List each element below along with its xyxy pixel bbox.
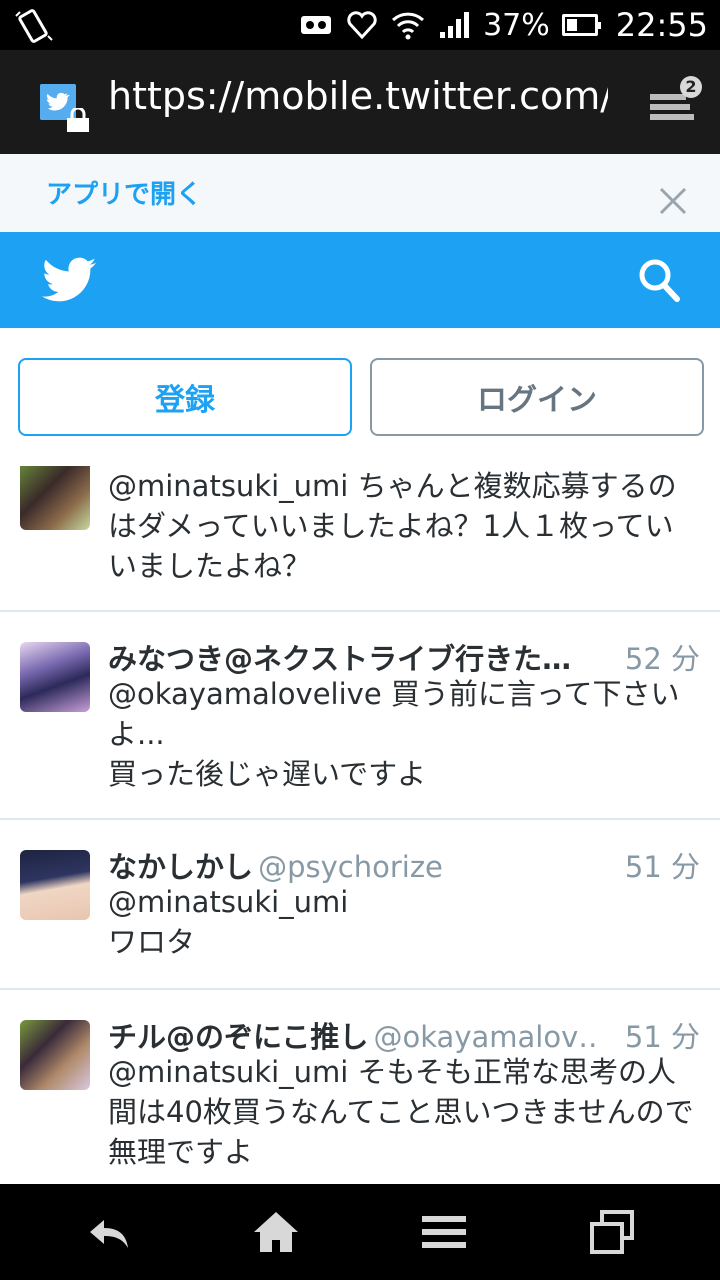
status-bar: 37% 22:55 bbox=[0, 0, 720, 50]
battery-icon bbox=[561, 14, 601, 36]
open-app-banner: アプリで開く bbox=[0, 154, 720, 232]
tweet-text: @minatsuki_umi ちゃんと複数応募するのはダメっていいましたよね？1… bbox=[108, 469, 677, 583]
url-text[interactable]: https://mobile.twitter.com/min bbox=[108, 74, 608, 118]
tweet-author-handle[interactable]: @psychorize bbox=[258, 850, 443, 884]
twitter-header bbox=[0, 232, 720, 328]
twitter-bird-icon[interactable] bbox=[42, 256, 96, 304]
recent-apps-icon[interactable] bbox=[588, 1208, 636, 1256]
tweet-time[interactable]: 51 分 bbox=[625, 844, 700, 886]
wifi-icon bbox=[391, 8, 425, 42]
home-icon[interactable] bbox=[252, 1208, 300, 1256]
tweet-author-name[interactable]: みなつき@ネクストライブ行きた… bbox=[108, 642, 571, 676]
signal-icon bbox=[437, 8, 471, 42]
open-app-link[interactable]: アプリで開く bbox=[46, 174, 202, 211]
tweet-author-handle[interactable]: @okayamalov… bbox=[374, 1020, 600, 1054]
tweet-time[interactable]: 52 分 bbox=[625, 636, 700, 678]
vr-icon bbox=[299, 8, 333, 42]
tweet-feed[interactable]: @minatsuki_umi ちゃんと複数応募するのはダメっていいましたよね？1… bbox=[0, 466, 720, 1184]
avatar[interactable] bbox=[20, 1020, 90, 1090]
rotate-icon bbox=[15, 9, 53, 43]
battery-percent: 37% bbox=[483, 7, 550, 43]
lock-icon bbox=[67, 108, 89, 132]
menu-icon[interactable] bbox=[420, 1208, 468, 1256]
tweet-text-line: @okayamalovelive 買う前に言って下さいよ... bbox=[108, 677, 680, 751]
avatar[interactable] bbox=[20, 642, 90, 712]
signup-button[interactable]: 登録 bbox=[18, 358, 352, 436]
tweet-author-name[interactable]: なかしかし bbox=[108, 850, 253, 884]
heart-icon bbox=[345, 8, 379, 42]
tweet-text: @minatsuki_umi ワロタ bbox=[108, 882, 700, 962]
avatar[interactable] bbox=[20, 850, 90, 920]
tweet-author-name[interactable]: チル@のぞにこ推し bbox=[108, 1020, 368, 1054]
tweet-time[interactable]: 51 分 bbox=[625, 1014, 700, 1056]
tweet-text: @minatsuki_umi そもそも正常な思考の人間は40枚買うなんてこと思い… bbox=[108, 1055, 694, 1169]
clock: 22:55 bbox=[615, 6, 708, 44]
tweet-item[interactable]: なかしかし @psychorize 51 分 @minatsuki_umi ワロ… bbox=[0, 820, 720, 990]
tweet-text-line: @minatsuki_umi bbox=[108, 885, 349, 919]
close-icon[interactable] bbox=[656, 184, 690, 218]
tweet-text-line: 買った後じゃ遅いですよ bbox=[108, 757, 427, 791]
tweet-header: みなつき@ネクストライブ行きた… bbox=[108, 636, 600, 676]
tab-count-badge: 2 bbox=[680, 76, 702, 98]
tweet-text: @okayamalovelive 買う前に言って下さいよ... 買った後じゃ遅い… bbox=[108, 674, 700, 794]
system-nav-bar bbox=[0, 1184, 720, 1280]
tweet-header: チル@のぞにこ推し @okayamalov… bbox=[108, 1014, 600, 1054]
tweet-text-line: ワロタ bbox=[108, 925, 196, 959]
back-icon[interactable] bbox=[84, 1208, 132, 1256]
tweet-item[interactable]: チル@のぞにこ推し @okayamalov… 51 分 @minatsuki_u… bbox=[0, 990, 720, 1184]
browser-url-bar[interactable]: https://mobile.twitter.com/min 2 bbox=[0, 50, 720, 154]
tweet-item[interactable]: みなつき@ネクストライブ行きた… 52 分 @okayamalovelive 買… bbox=[0, 612, 720, 820]
tweet-item[interactable]: @minatsuki_umi ちゃんと複数応募するのはダメっていいましたよね？1… bbox=[0, 466, 720, 612]
avatar[interactable] bbox=[20, 466, 90, 530]
search-icon[interactable] bbox=[636, 256, 682, 304]
login-button[interactable]: ログイン bbox=[370, 358, 704, 436]
tweet-header: なかしかし @psychorize bbox=[108, 844, 600, 884]
